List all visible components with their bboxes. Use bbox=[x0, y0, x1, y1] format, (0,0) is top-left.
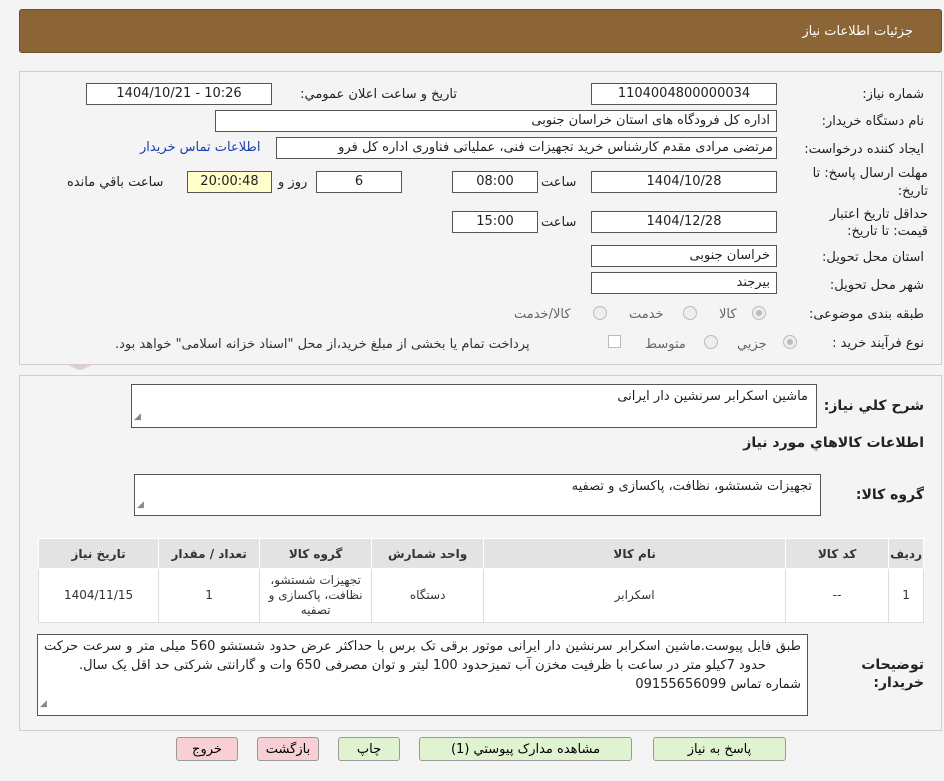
goods-table: ردیف کد کالا نام کالا واحد شمارش گروه کا… bbox=[37, 538, 924, 623]
buyer-field: اداره کل فرودگاه های استان خراسان جنوبی bbox=[215, 110, 777, 132]
validity-label-2: قیمت: تا تاریخ: bbox=[847, 224, 928, 239]
cell-group: تجهیزات شستشو، نظافت، پاکسازی و تصفیه bbox=[259, 568, 373, 623]
goods-group-label: گروه کالا: bbox=[855, 487, 924, 503]
print-button[interactable]: چاپ bbox=[338, 737, 400, 761]
buyer-label: نام دستگاه خريدار: bbox=[821, 114, 924, 129]
page-title: جزئیات اطلاعات نیاز bbox=[802, 24, 913, 39]
validity-date-field: 1404/12/28 bbox=[591, 211, 777, 233]
deadline-time-field: 08:00 bbox=[452, 171, 538, 193]
category-radio-goods[interactable] bbox=[752, 306, 766, 320]
process-radio-minor[interactable] bbox=[783, 335, 797, 349]
city-field: بیرجند bbox=[591, 272, 777, 294]
goods-group-textarea[interactable]: تجهیزات شستشو، نظافت، پاکسازی و تصفیه ◢ bbox=[134, 474, 821, 516]
validity-time-label: ساعت bbox=[541, 215, 577, 230]
cell-name: اسکرابر bbox=[483, 568, 787, 623]
creator-field: مرتضی مرادی مقدم کارشناس خرید تجهیزات فن… bbox=[276, 137, 777, 159]
deadline-label: مهلت ارسال پاسخ: تا bbox=[812, 166, 928, 181]
col-name-header: نام کالا bbox=[483, 538, 787, 569]
category-goods-service-label: کالا/خدمت bbox=[514, 307, 571, 322]
table-row: 1 -- اسکرابر دستگاه تجهیزات شستشو، نظافت… bbox=[37, 568, 924, 623]
days-field: 6 bbox=[316, 171, 402, 193]
cell-date: 1404/11/15 bbox=[37, 568, 160, 623]
deadline-date-field: 1404/10/28 bbox=[591, 171, 777, 193]
summary-textarea[interactable]: ماشین اسکرابر سرنشین دار ایرانی ◢ bbox=[131, 384, 817, 428]
category-service-label: خدمت bbox=[629, 307, 664, 322]
summary-label: شرح کلي نياز: bbox=[823, 398, 924, 414]
category-goods-label: کالا bbox=[719, 307, 737, 322]
announce-label: تاریخ و ساعت اعلان عمومي: bbox=[300, 87, 457, 102]
validity-label: حداقل تاریخ اعتبار bbox=[829, 207, 928, 222]
resize-grip-icon[interactable]: ◢ bbox=[137, 496, 144, 514]
summary-text: ماشین اسکرابر سرنشین دار ایرانی bbox=[617, 389, 808, 404]
resize-grip-icon[interactable]: ◢ bbox=[40, 695, 47, 714]
resize-grip-icon[interactable]: ◢ bbox=[134, 408, 141, 426]
province-field: خراسان جنوبی bbox=[591, 245, 777, 267]
remaining-label: ساعت باقي مانده bbox=[67, 175, 164, 190]
category-label: طبقه بندی موضوعی: bbox=[808, 307, 924, 322]
back-button[interactable]: بازگشت bbox=[257, 737, 319, 761]
process-label: نوع فرآیند خرید : bbox=[832, 336, 924, 351]
process-medium-label: متوسط bbox=[645, 337, 686, 352]
page-header: جزئیات اطلاعات نیاز bbox=[19, 9, 942, 53]
description-label-2: خریدار: bbox=[873, 675, 924, 691]
cell-code: -- bbox=[785, 568, 890, 623]
deadline-label-2: تاریخ: bbox=[897, 184, 928, 199]
cell-unit: دستگاه bbox=[371, 568, 485, 623]
col-qty-header: تعداد / مقدار bbox=[158, 538, 261, 569]
description-text: طبق فایل پیوست.ماشین اسکرابر سرنشین دار … bbox=[44, 639, 801, 673]
need-number-label: شماره نیاز: bbox=[862, 87, 924, 102]
process-minor-label: جزیي bbox=[737, 337, 767, 352]
description-label: توضیحات bbox=[861, 657, 924, 673]
buyer-contact-link[interactable]: اطلاعات تماس خریدار bbox=[140, 140, 260, 155]
description-textarea[interactable]: طبق فایل پیوست.ماشین اسکرابر سرنشین دار … bbox=[37, 634, 808, 716]
category-radio-goods-service[interactable] bbox=[593, 306, 607, 320]
col-code-header: کد کالا bbox=[785, 538, 890, 569]
treasury-checkbox[interactable] bbox=[608, 335, 621, 348]
col-date-header: تاریخ نیاز bbox=[37, 538, 160, 569]
view-attachments-button[interactable]: مشاهده مدارک پیوستي (1) bbox=[419, 737, 632, 761]
goods-group-text: تجهیزات شستشو، نظافت، پاکسازی و تصفیه bbox=[571, 479, 812, 494]
creator-label: ایجاد کننده درخواست: bbox=[804, 142, 924, 157]
exit-button[interactable]: خروج bbox=[176, 737, 238, 761]
col-group-header: گروه کالا bbox=[259, 538, 373, 569]
reply-button[interactable]: پاسخ به نیاز bbox=[653, 737, 786, 761]
description-phone: شماره تماس 09155656099 bbox=[635, 677, 801, 692]
payment-note: پرداخت تمام یا بخشی از مبلغ خرید،از محل … bbox=[115, 337, 530, 352]
province-label: استان محل تحویل: bbox=[822, 250, 924, 265]
deadline-time-label: ساعت bbox=[541, 175, 577, 190]
goods-info-title: اطلاعات کالاهاي مورد نياز bbox=[743, 435, 924, 451]
validity-time-field: 15:00 bbox=[452, 211, 538, 233]
category-radio-service[interactable] bbox=[683, 306, 697, 320]
col-unit-header: واحد شمارش bbox=[371, 538, 485, 569]
remaining-time-field: 20:00:48 bbox=[187, 171, 272, 193]
table-header-row: ردیف کد کالا نام کالا واحد شمارش گروه کا… bbox=[37, 538, 924, 569]
col-row-header: ردیف bbox=[888, 538, 924, 569]
announce-field: 1404/10/21 - 10:26 bbox=[86, 83, 272, 105]
need-number-field: 1104004800000034 bbox=[591, 83, 777, 105]
days-label: روز و bbox=[278, 175, 308, 190]
cell-row: 1 bbox=[888, 568, 924, 623]
cell-qty: 1 bbox=[158, 568, 261, 623]
process-radio-medium[interactable] bbox=[704, 335, 718, 349]
city-label: شهر محل تحویل: bbox=[829, 278, 924, 293]
